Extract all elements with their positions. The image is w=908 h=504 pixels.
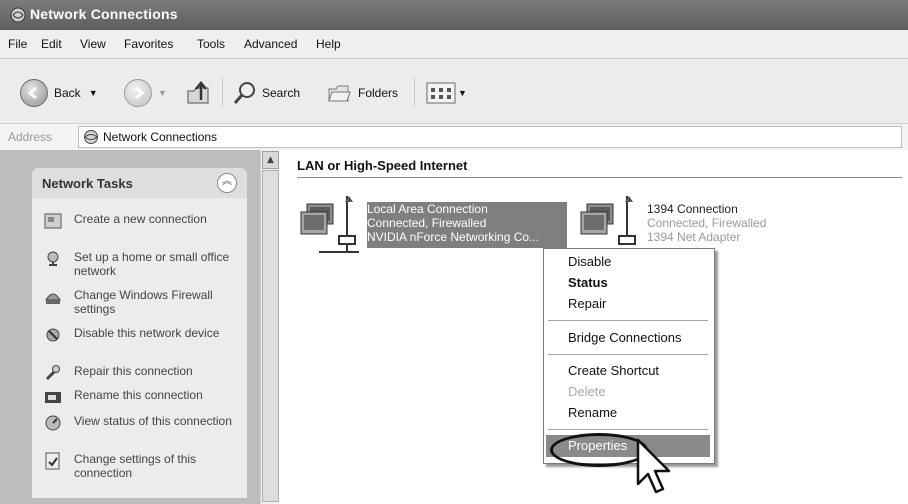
menu-item-repair[interactable]: Repair <box>568 296 606 311</box>
vertical-scrollbar[interactable]: ▲ <box>260 150 280 504</box>
context-menu: Disable Status Repair Bridge Connections… <box>543 248 715 467</box>
task-label: Set up a home or small office network <box>74 250 230 278</box>
views-grid-icon <box>426 82 456 104</box>
search-label: Search <box>262 86 301 100</box>
menu-item-status[interactable]: Status <box>568 275 608 290</box>
task-firewall-settings[interactable]: Change Windows Firewall settings <box>44 288 234 316</box>
section-title: LAN or High-Speed Internet <box>297 158 468 173</box>
toolbar: Back ▼ ▼ Search Folders ▼ <box>0 59 908 124</box>
task-pane: Network Tasks ︽ Create a new connection … <box>0 150 260 504</box>
new-connection-icon <box>44 213 62 229</box>
menu-advanced[interactable]: Advanced <box>244 37 297 51</box>
menu-tools[interactable]: Tools <box>197 37 225 51</box>
rename-icon <box>45 392 61 403</box>
network-connections-icon <box>10 7 26 23</box>
folders-icon <box>328 85 351 102</box>
task-label: Create a new connection <box>74 212 207 226</box>
back-dropdown-icon[interactable]: ▼ <box>89 88 98 98</box>
connection-status: Connected, Firewalled <box>647 216 767 230</box>
home-network-icon <box>47 251 59 266</box>
menu-help[interactable]: Help <box>316 37 341 51</box>
back-arrow-icon <box>20 79 48 107</box>
connection-name: 1394 Connection <box>647 202 738 216</box>
forward-button[interactable]: ▼ <box>124 79 167 107</box>
task-rename-connection[interactable]: Rename this connection <box>44 388 234 406</box>
firewall-icon <box>45 293 61 304</box>
task-view-status[interactable]: View status of this connection <box>44 414 234 432</box>
network-tasks-header[interactable]: Network Tasks ︽ <box>32 168 247 198</box>
menu-item-disable[interactable]: Disable <box>568 254 611 269</box>
connection-name: Local Area Connection <box>367 202 488 216</box>
mouse-pointer-icon <box>636 438 671 494</box>
task-repair-connection[interactable]: Repair this connection <box>44 364 234 382</box>
collapse-chevron-icon[interactable]: ︽ <box>217 173 237 193</box>
address-value: Network Connections <box>103 130 218 144</box>
forward-arrow-icon <box>124 79 152 107</box>
network-tasks-list: Create a new connection Set up a home or… <box>32 198 247 498</box>
section-divider <box>297 177 902 178</box>
menu-item-delete: Delete <box>568 384 606 399</box>
menu-item-rename[interactable]: Rename <box>568 405 617 420</box>
up-folder-button[interactable] <box>184 79 212 107</box>
menu-view[interactable]: View <box>80 37 106 51</box>
connection-device: NVIDIA nForce Networking Co... <box>367 230 540 244</box>
task-disable-device[interactable]: Disable this network device <box>44 326 234 344</box>
task-create-connection[interactable]: Create a new connection <box>44 212 234 230</box>
menu-favorites[interactable]: Favorites <box>124 37 173 51</box>
1394-connection[interactable]: 1394 Connection Connected, Firewalled 13… <box>647 202 766 244</box>
local-area-connection[interactable]: Local Area Connection Connected, Firewal… <box>367 202 567 248</box>
scroll-thumb[interactable] <box>262 170 279 502</box>
views-dropdown-icon[interactable]: ▼ <box>458 88 467 98</box>
forward-dropdown-icon[interactable]: ▼ <box>158 88 167 98</box>
search-button[interactable]: Search <box>232 79 300 107</box>
task-label: Rename this connection <box>74 388 203 402</box>
toolbar-separator <box>222 77 223 107</box>
menu-divider <box>548 354 708 355</box>
menu-edit[interactable]: Edit <box>41 37 62 51</box>
folders-label: Folders <box>358 86 399 100</box>
disable-device-icon <box>46 328 60 342</box>
search-icon <box>233 82 255 104</box>
up-folder-icon <box>187 81 209 104</box>
task-label: Disable this network device <box>74 326 220 340</box>
menu-divider <box>548 429 708 430</box>
settings-icon <box>45 452 60 470</box>
task-label: Change Windows Firewall settings <box>74 288 213 316</box>
firewire-connection-icon[interactable] <box>579 192 647 256</box>
back-button[interactable]: Back ▼ <box>20 79 98 107</box>
task-label: Repair this connection <box>74 364 193 378</box>
task-label: Change settings of this connection <box>74 452 197 480</box>
task-change-settings[interactable]: Change settings of this connection <box>44 452 234 480</box>
menu-item-bridge-connections[interactable]: Bridge Connections <box>568 330 681 345</box>
address-field[interactable]: Network Connections <box>78 126 902 148</box>
folders-button[interactable]: Folders <box>326 79 398 107</box>
address-label: Address <box>8 130 53 144</box>
menu-bar: File Edit View Favorites Tools Advanced … <box>0 30 908 59</box>
repair-icon <box>45 365 60 381</box>
task-label: View status of this connection <box>74 414 232 428</box>
menu-file[interactable]: File <box>8 37 27 51</box>
task-home-network[interactable]: Set up a home or small office network <box>44 250 234 278</box>
status-icon <box>45 415 61 431</box>
connection-device: 1394 Net Adapter <box>647 230 741 244</box>
title-bar[interactable]: Network Connections <box>0 0 908 30</box>
views-button[interactable]: ▼ <box>426 79 467 107</box>
address-bar: Address Network Connections <box>0 124 908 151</box>
back-label: Back <box>54 86 81 100</box>
scroll-up-icon[interactable]: ▲ <box>262 151 279 169</box>
lan-connection-icon[interactable] <box>299 192 367 256</box>
network-tasks-title: Network Tasks <box>42 176 133 191</box>
window-title: Network Connections <box>30 6 178 22</box>
toolbar-separator <box>414 77 415 107</box>
menu-divider <box>548 320 708 321</box>
menu-item-create-shortcut[interactable]: Create Shortcut <box>568 363 659 378</box>
connection-status: Connected, Firewalled <box>367 216 487 230</box>
network-connections-icon <box>84 130 98 144</box>
